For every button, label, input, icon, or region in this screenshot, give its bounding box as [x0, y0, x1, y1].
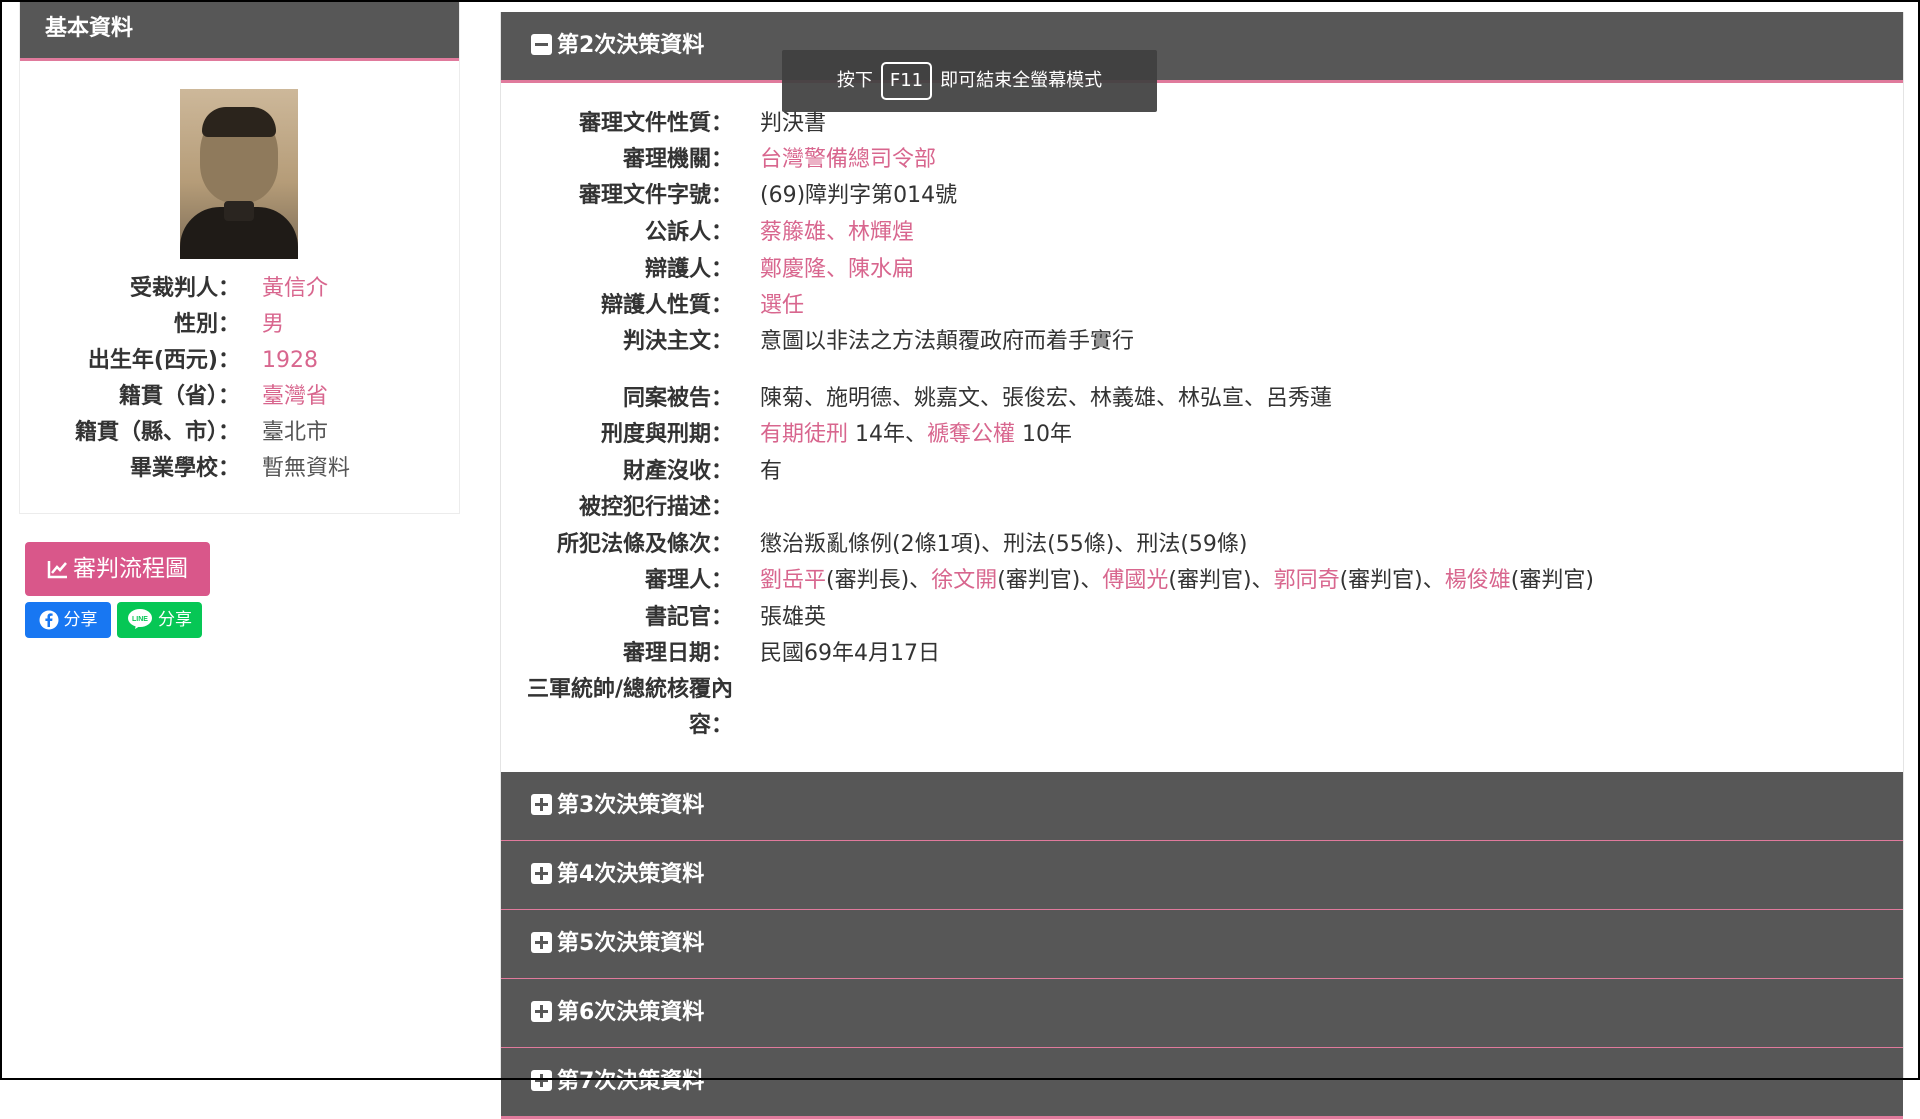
court-link[interactable]: 台灣警備總司令部: [760, 142, 936, 178]
detail-label: 審理日期：: [622, 641, 733, 666]
detail-label: 所犯法條及條次：: [556, 532, 733, 557]
section-header-3[interactable]: 第3次決策資料: [501, 772, 1903, 843]
detail-label: 三軍統帥/總統核覆內: [526, 677, 733, 702]
detail-label: 審理人：: [644, 568, 733, 593]
section-header-4[interactable]: 第4次決策資料: [501, 841, 1903, 912]
info-label: 畢業學校：: [129, 456, 240, 481]
detail-label: 刑度與刑期：: [600, 422, 733, 447]
section-header-5[interactable]: 第5次決策資料: [501, 910, 1903, 981]
detail-label: 審理文件性質：: [578, 111, 733, 136]
school-value: 暫無資料: [262, 456, 351, 481]
judge-role: (審判官): [1510, 568, 1594, 593]
judge-role: (審判官)、: [997, 568, 1103, 593]
section-title: 第6次決策資料: [557, 1000, 705, 1025]
minus-square-icon: [531, 34, 552, 55]
section-title: 第4次決策資料: [557, 862, 705, 887]
toast-text-after: 即可結束全螢幕模式: [940, 70, 1103, 91]
defender-links[interactable]: 鄭慶隆、陳水扁: [760, 252, 914, 288]
judge-role: (審判長)、: [826, 568, 932, 593]
judge-link[interactable]: 郭同奇: [1274, 568, 1340, 593]
line-app-icon: LINE: [128, 609, 152, 629]
info-label: 性別：: [173, 312, 240, 337]
basic-info-card: 基本資料 受裁判人： 黃信介 性別： 男 出生年(西元)： 1928 籍貫（省）…: [19, 0, 460, 514]
judge-link[interactable]: 傅國光: [1102, 568, 1168, 593]
codefendants-value: 陳菊、施明德、姚嘉文、張俊宏、林義雄、林弘宣、呂秀蓮: [760, 386, 1333, 411]
decision-panel: 第2次決策資料 審理文件性質： 判決書 審理機關： 台灣警備總司令部 審理文件字…: [500, 12, 1904, 1119]
detail-label: 審理機關：: [622, 147, 733, 172]
prosecutor-links[interactable]: 蔡籐雄、林輝煌: [760, 215, 914, 251]
sentence-type-link[interactable]: 有期徒刑: [760, 422, 848, 447]
info-label: 受裁判人：: [129, 276, 240, 301]
detail-label: 容：: [688, 713, 733, 738]
section-title: 第5次決策資料: [557, 931, 705, 956]
plus-square-icon: [531, 1001, 552, 1022]
gender-link[interactable]: 男: [262, 307, 284, 343]
section-header-2[interactable]: 第2次決策資料: [501, 12, 1903, 83]
clerk-value: 張雄英: [760, 605, 827, 630]
plus-square-icon: [531, 1070, 552, 1091]
info-label: 籍貫（縣、市）：: [74, 420, 240, 445]
info-label: 籍貫（省）：: [118, 384, 240, 409]
line-share-label: 分享: [158, 610, 192, 630]
detail-label: 書記官：: [644, 605, 733, 630]
defendant-name-link[interactable]: 黃信介: [262, 271, 328, 307]
f11-key: F11: [880, 62, 933, 100]
judge-role: (審判官)、: [1168, 568, 1274, 593]
defender-type-link[interactable]: 選任: [760, 288, 804, 324]
judge-role: (審判官)、: [1339, 568, 1445, 593]
info-label: 出生年(西元)：: [87, 348, 240, 373]
judge-link[interactable]: 徐文開: [931, 568, 997, 593]
judge-link[interactable]: 楊俊雄: [1445, 568, 1511, 593]
section-title: 第7次決策資料: [557, 1069, 705, 1094]
detail-label: 審理文件字號：: [578, 183, 733, 208]
detail-label: 判決主文：: [622, 329, 733, 354]
judges-value: 劉岳平(審判長)、徐文開(審判官)、傅國光(審判官)、郭同奇(審判官)、楊俊雄(…: [760, 563, 1594, 599]
deprivation-term: 10年: [1015, 422, 1073, 447]
deprivation-link[interactable]: 褫奪公權: [927, 422, 1015, 447]
facebook-share-label: 分享: [63, 610, 98, 630]
facebook-icon: [39, 610, 58, 630]
detail-label: 財產沒收：: [622, 459, 733, 484]
judge-link[interactable]: 劉岳平: [760, 568, 826, 593]
trial-date-value: 民國69年4月17日: [760, 641, 940, 666]
line-chart-icon: [47, 561, 67, 579]
facebook-share-button[interactable]: 分享: [25, 602, 111, 638]
plus-square-icon: [531, 932, 552, 953]
basic-info-header: 基本資料: [20, 1, 459, 61]
birth-year-link[interactable]: 1928: [262, 343, 318, 379]
portrait-photo: [180, 89, 298, 259]
plus-square-icon: [531, 863, 552, 884]
line-share-button[interactable]: LINE 分享: [117, 602, 202, 638]
section-title: 第3次決策資料: [557, 793, 705, 818]
confiscation-value: 有: [760, 459, 783, 484]
sentence-term: 14年、: [848, 422, 928, 447]
detail-label: 公訴人：: [644, 220, 733, 245]
statutes-value: 懲治叛亂條例(2條1項)、刑法(55條)、刑法(59條): [760, 532, 1248, 557]
province-link[interactable]: 臺灣省: [262, 379, 328, 415]
fullscreen-toast: 按下 F11 即可結束全螢幕模式: [782, 50, 1157, 112]
svg-text:LINE: LINE: [132, 616, 148, 623]
trial-flowchart-button[interactable]: 審判流程圖: [25, 542, 210, 596]
verdict-value: 意圖以非法之方法顛覆政府而着手實行: [760, 329, 1135, 354]
sentence-value: 有期徒刑 14年、褫奪公權 10年: [760, 417, 1072, 453]
doc-number-value: (69)障判字第014號: [760, 183, 958, 208]
detail-label: 同案被告：: [622, 386, 733, 411]
city-value: 臺北市: [262, 420, 329, 445]
detail-label: 辯護人性質：: [600, 293, 733, 318]
section-title: 第2次決策資料: [557, 33, 705, 58]
plus-square-icon: [531, 794, 552, 815]
toast-text-before: 按下: [836, 70, 873, 91]
detail-label: 辯護人：: [644, 257, 733, 282]
detail-label: 被控犯行描述：: [578, 495, 733, 520]
section-header-7[interactable]: 第7次決策資料: [501, 1048, 1903, 1119]
section-header-6[interactable]: 第6次決策資料: [501, 979, 1903, 1050]
trial-flowchart-label: 審判流程圖: [73, 556, 188, 582]
